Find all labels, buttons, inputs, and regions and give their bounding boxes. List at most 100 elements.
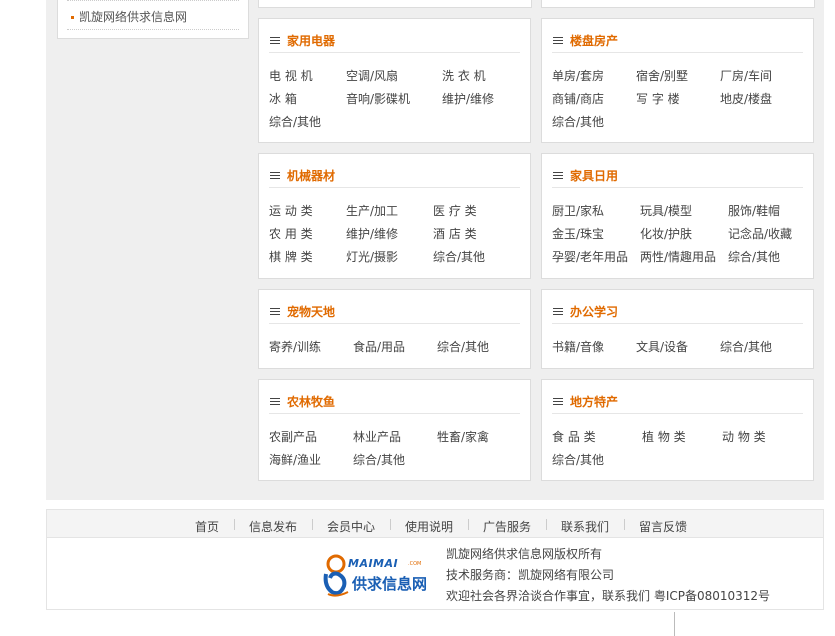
category-link[interactable]: 林业产品: [353, 428, 401, 445]
panel-title[interactable]: 宠物天地: [287, 303, 335, 320]
category-link[interactable]: 海鲜/渔业: [269, 451, 321, 468]
category-link[interactable]: 孕婴/老年用品: [552, 248, 628, 265]
category-link[interactable]: 电 视 机: [269, 67, 313, 84]
category-link[interactable]: 农 用 类: [269, 225, 313, 242]
logo-brand: MAIMAI: [348, 557, 399, 570]
category-link[interactable]: 食品/用品: [353, 338, 405, 355]
category-link[interactable]: 宿舍/别墅: [636, 67, 688, 84]
category-link[interactable]: 玩具/模型: [640, 202, 692, 219]
menu-lines-icon: [270, 172, 280, 179]
category-link[interactable]: 植 物 类: [642, 428, 686, 445]
footer-nav-feedback[interactable]: 留言反馈: [639, 518, 687, 535]
category-link[interactable]: 寄养/训练: [269, 338, 321, 355]
category-link[interactable]: 食 品 类: [552, 428, 596, 445]
category-link[interactable]: 冰 箱: [269, 90, 297, 107]
nav-separator: [312, 519, 313, 530]
category-link[interactable]: 记念品/收藏: [728, 225, 792, 242]
contact-text: 欢迎社会各界洽谈合作事宜，联系我们 粤ICP备08010312号: [446, 589, 771, 603]
menu-lines-icon: [553, 308, 563, 315]
panel-header: 农林牧鱼: [269, 392, 520, 414]
category-link[interactable]: 厨卫/家私: [552, 202, 604, 219]
category-link[interactable]: 医 疗 类: [433, 202, 477, 219]
panel-header: 地方特产: [552, 392, 803, 414]
panel-title[interactable]: 家用电器: [287, 32, 335, 49]
category-panel-household: 家具日用 厨卫/家私 玩具/模型 服饰/鞋帽 金玉/珠宝 化妆/护肤 记念品/收…: [541, 153, 814, 279]
copyright-text: 凯旋网络供求信息网版权所有: [446, 547, 603, 561]
footer-nav-home[interactable]: 首页: [195, 518, 219, 535]
panel-title[interactable]: 家具日用: [570, 167, 618, 184]
panel-title[interactable]: 地方特产: [570, 393, 618, 410]
panel-header: 宠物天地: [269, 302, 520, 324]
category-link[interactable]: 单房/套房: [552, 67, 604, 84]
bullet-icon: [71, 16, 74, 19]
category-link[interactable]: 综合/其他: [433, 248, 485, 265]
sidebar-link-label: 凯旋网络供求信息网: [79, 10, 188, 24]
sidebar-box: 凯旋网络供求信息网: [57, 0, 249, 39]
panel-header: 楼盘房产: [552, 31, 803, 53]
nav-separator: [468, 519, 469, 530]
category-link[interactable]: 综合/其他: [720, 338, 772, 355]
category-link[interactable]: 综合/其他: [552, 113, 604, 130]
footer-nav-help[interactable]: 使用说明: [405, 518, 453, 535]
category-link[interactable]: 两性/情趣用品: [640, 248, 716, 265]
category-link[interactable]: 运 动 类: [269, 202, 313, 219]
category-link[interactable]: 维护/维修: [346, 225, 398, 242]
panel-header: 办公学习: [552, 302, 803, 324]
footer-nav-member[interactable]: 会员中心: [327, 518, 375, 535]
category-link[interactable]: 文具/设备: [636, 338, 688, 355]
category-panel-office: 办公学习 书籍/音像 文具/设备 综合/其他: [541, 289, 814, 369]
category-link[interactable]: 服饰/鞋帽: [728, 202, 780, 219]
footer-nav: 首页 信息发布 会员中心 使用说明 广告服务 联系我们 留言反馈: [46, 509, 824, 538]
nav-separator: [624, 519, 625, 530]
category-link[interactable]: 厂房/车间: [720, 67, 772, 84]
category-link[interactable]: 动 物 类: [722, 428, 766, 445]
menu-lines-icon: [270, 398, 280, 405]
category-link[interactable]: 综合/其他: [353, 451, 405, 468]
logo-name: 供求信息网: [352, 575, 428, 593]
panel-title[interactable]: 楼盘房产: [570, 32, 618, 49]
category-panel-machinery: 机械器材 运 动 类 生产/加工 医 疗 类 农 用 类 维护/维修 酒 店 类…: [258, 153, 531, 279]
menu-lines-icon: [270, 37, 280, 44]
site-logo[interactable]: MAIMAI .COM 供求信息网: [322, 552, 432, 598]
category-link[interactable]: 商铺/商店: [552, 90, 604, 107]
panel-title[interactable]: 农林牧鱼: [287, 393, 335, 410]
nav-separator: [234, 519, 235, 530]
panel-title[interactable]: 办公学习: [570, 303, 618, 320]
category-link[interactable]: 农副产品: [269, 428, 317, 445]
category-link[interactable]: 综合/其他: [269, 113, 321, 130]
panel-header: 家用电器: [269, 31, 520, 53]
category-link[interactable]: 化妆/护肤: [640, 225, 692, 242]
category-link[interactable]: 音响/影碟机: [346, 90, 410, 107]
sidebar-link[interactable]: 凯旋网络供求信息网: [71, 8, 187, 25]
category-link[interactable]: 综合/其他: [728, 248, 780, 265]
menu-lines-icon: [553, 37, 563, 44]
category-link[interactable]: 写 字 楼: [636, 90, 680, 107]
footer-nav-contact[interactable]: 联系我们: [561, 518, 609, 535]
category-link[interactable]: 棋 牌 类: [269, 248, 313, 265]
panel-title[interactable]: 机械器材: [287, 167, 335, 184]
category-link[interactable]: 酒 店 类: [433, 225, 477, 242]
category-link[interactable]: 牲畜/家禽: [437, 428, 489, 445]
category-link[interactable]: 综合/其他: [552, 451, 604, 468]
footer-nav-ads[interactable]: 广告服务: [483, 518, 531, 535]
category-panel-local-specialties: 地方特产 食 品 类 植 物 类 动 物 类 综合/其他: [541, 379, 814, 481]
category-link[interactable]: 书籍/音像: [552, 338, 604, 355]
category-link[interactable]: 地皮/楼盘: [720, 90, 772, 107]
sidebar-link-row: 凯旋网络供求信息网: [67, 0, 239, 30]
category-link[interactable]: 洗 衣 机: [442, 67, 486, 84]
category-link[interactable]: 维护/维修: [442, 90, 494, 107]
category-link[interactable]: 生产/加工: [346, 202, 398, 219]
category-panel-real-estate: 楼盘房产 单房/套房 宿舍/别墅 厂房/车间 商铺/商店 写 字 楼 地皮/楼盘…: [541, 18, 814, 143]
panel-header: 家具日用: [552, 166, 803, 188]
logo-suffix: .COM: [408, 561, 422, 567]
category-link[interactable]: 灯光/摄影: [346, 248, 398, 265]
category-link[interactable]: 空调/风扇: [346, 67, 398, 84]
footer-nav-post[interactable]: 信息发布: [249, 518, 297, 535]
panel-top-stub-left: [258, 0, 532, 8]
panel-top-stub-right: [541, 0, 815, 8]
nav-separator: [546, 519, 547, 530]
menu-lines-icon: [553, 398, 563, 405]
category-link[interactable]: 综合/其他: [437, 338, 489, 355]
category-link[interactable]: 金玉/珠宝: [552, 225, 604, 242]
panel-header: 机械器材: [269, 166, 520, 188]
